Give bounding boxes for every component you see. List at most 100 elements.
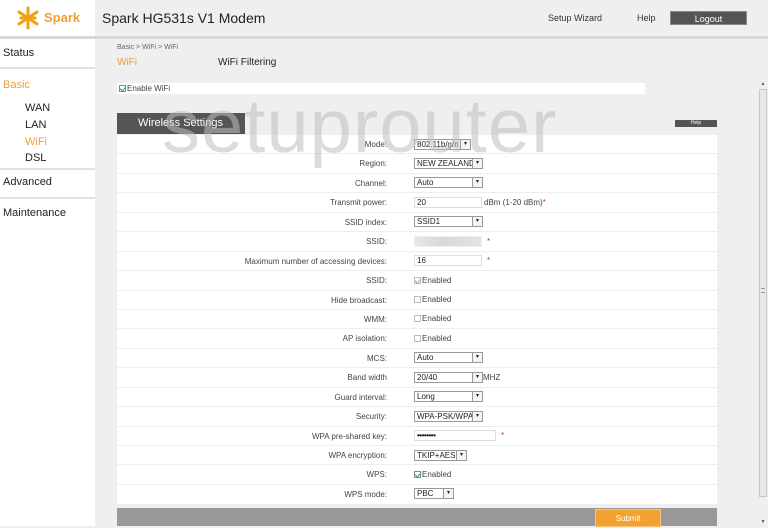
ssid-input[interactable] — [414, 235, 482, 247]
wps-option: Enabled — [422, 469, 452, 479]
tab-wifi[interactable]: WiFi — [117, 57, 137, 68]
sidebar-subitem-lan[interactable]: LAN — [25, 119, 46, 131]
sidebar-subitem-wan[interactable]: WAN — [25, 102, 50, 114]
security-label: Security: — [355, 412, 387, 422]
form-row-wps-mode: WPS mode: PBC ▾ — [117, 485, 717, 504]
ap-isolation-option: Enabled — [422, 333, 452, 343]
wps-mode-label: WPS mode: — [344, 489, 387, 499]
form-row-hide-broadcast: Hide broadcast: Enabled — [117, 291, 717, 310]
logo: Spark — [0, 0, 95, 36]
wps-mode-value: PBC — [417, 489, 434, 499]
channel-select[interactable]: Auto ▾ — [414, 177, 483, 189]
setup-wizard-link[interactable]: Setup Wizard — [548, 13, 602, 23]
logout-button[interactable]: Logout — [670, 11, 747, 25]
sidebar-subitem-wifi[interactable]: WiFi — [25, 136, 47, 148]
mode-select[interactable]: 802.11b/g/n ▾ — [414, 138, 471, 150]
header: Spark Spark HG531s V1 Modem Setup Wizard… — [0, 0, 768, 36]
chevron-down-icon: ▾ — [443, 489, 453, 499]
scrollbar-thumb[interactable] — [759, 89, 767, 497]
form-row-region: Region: NEW ZEALAND ▾ — [117, 154, 717, 174]
form-row-wpa-key: WPA pre-shared key: •••••••• * — [117, 427, 717, 446]
section-title: Wireless Settings — [117, 113, 245, 134]
divider — [0, 67, 95, 69]
form-row-wpa-encryption: WPA encryption: TKIP+AES ▾ — [117, 446, 717, 466]
scroll-up-icon[interactable]: ▲ — [758, 80, 768, 88]
transmit-power-label: Transmit power: — [329, 198, 387, 208]
logo-text: Spark — [44, 10, 81, 25]
wpa-key-label: WPA pre-shared key: — [312, 431, 387, 441]
required-marker: * — [542, 197, 546, 207]
chevron-down-icon: ▾ — [472, 411, 482, 421]
chevron-down-icon: ▾ — [472, 392, 482, 402]
help-link[interactable]: Help — [637, 13, 656, 23]
security-select[interactable]: WPA-PSK/WPA2-PSK▾ — [414, 410, 483, 422]
mode-label: Mode: — [364, 140, 387, 149]
chevron-down-icon: ▾ — [460, 139, 470, 149]
guard-interval-label: Guard interval: — [334, 392, 387, 402]
enable-wifi-checkbox[interactable] — [119, 85, 126, 92]
ssid-enable-checkbox[interactable] — [414, 276, 421, 284]
ap-isolation-checkbox[interactable] — [414, 334, 421, 342]
band-width-select[interactable]: 20/40 ▾ — [414, 371, 483, 383]
guard-interval-value: Long — [417, 392, 435, 402]
sidebar-item-basic[interactable]: Basic — [3, 79, 30, 91]
wps-checkbox[interactable] — [414, 470, 421, 478]
ssid-label: SSID: — [366, 237, 387, 247]
section-help-button[interactable]: Help — [675, 120, 717, 127]
submit-button[interactable]: Submit — [595, 509, 661, 527]
sidebar: Status Basic WAN LAN WiFi DSL Advanced M… — [0, 39, 95, 526]
scroll-down-icon[interactable]: ▼ — [758, 518, 768, 526]
chevron-down-icon: ▾ — [472, 372, 482, 382]
wmm-label: WMM: — [363, 314, 387, 324]
form-row-channel: Channel: Auto ▾ — [117, 174, 717, 194]
hide-broadcast-checkbox[interactable] — [414, 296, 421, 303]
transmit-power-input[interactable]: 20 — [414, 196, 482, 208]
band-width-label: Band width — [347, 373, 387, 383]
ssid-index-select[interactable]: SSID1 ▾ — [414, 216, 483, 228]
enable-wifi-label: Enable WiFi — [127, 84, 171, 93]
form-row-mode: Mode: 802.11b/g/n ▾ — [117, 135, 717, 155]
hide-broadcast-option: Enabled — [422, 295, 452, 304]
wpa-key-input[interactable]: •••••••• — [414, 430, 496, 442]
sidebar-item-status[interactable]: Status — [3, 47, 34, 59]
wmm-option: Enabled — [422, 314, 452, 324]
sidebar-item-advanced[interactable]: Advanced — [3, 176, 52, 188]
app-title: Spark HG531s V1 Modem — [102, 10, 266, 26]
form-row-ssid-enable: SSID: Enabled — [117, 271, 717, 291]
channel-value: Auto — [417, 178, 434, 188]
vertical-scrollbar[interactable]: ▲ ▼ — [758, 80, 768, 526]
required-marker: * — [487, 256, 491, 266]
sidebar-subitem-dsl[interactable]: DSL — [25, 152, 46, 164]
chevron-down-icon: ▾ — [456, 450, 466, 460]
sidebar-item-maintenance[interactable]: Maintenance — [3, 207, 66, 219]
ssid-enable-label: SSID: — [366, 276, 387, 286]
grip-icon — [761, 288, 765, 293]
mode-value: 802.11b/g/n — [417, 139, 459, 149]
chevron-down-icon: ▾ — [472, 353, 482, 363]
wmm-checkbox[interactable] — [414, 315, 421, 323]
wps-label: WPS: — [366, 470, 387, 480]
hide-broadcast-label: Hide broadcast: — [330, 295, 387, 305]
ssid-enable-option: Enabled — [422, 275, 452, 285]
form-row-ssid-index: SSID index: SSID1 ▾ — [117, 213, 717, 233]
region-select[interactable]: NEW ZEALAND ▾ — [414, 157, 483, 169]
spark-star-icon — [17, 6, 39, 30]
guard-interval-select[interactable]: Long ▾ — [414, 391, 483, 403]
form-row-ap-isolation: AP isolation: Enabled — [117, 329, 717, 349]
ap-isolation-label: AP isolation: — [342, 334, 387, 344]
chevron-down-icon: ▾ — [472, 217, 482, 227]
band-width-unit: MHZ — [483, 372, 501, 382]
wpa-encryption-select[interactable]: TKIP+AES ▾ — [414, 449, 467, 461]
ssid-index-label: SSID index: — [344, 217, 387, 227]
mcs-value: Auto — [417, 353, 434, 363]
form-row-mcs: MCS: Auto ▾ — [117, 349, 717, 369]
tab-wifi-filtering[interactable]: WiFi Filtering — [218, 57, 276, 68]
ssid-index-value: SSID1 — [417, 217, 441, 227]
channel-label: Channel: — [354, 178, 387, 188]
wps-mode-select[interactable]: PBC ▾ — [414, 488, 454, 500]
chevron-down-icon: ▾ — [472, 178, 482, 188]
mcs-select[interactable]: Auto ▾ — [414, 352, 483, 364]
max-devices-input[interactable]: 16 — [414, 255, 482, 267]
form-row-security: Security: WPA-PSK/WPA2-PSK▾ — [117, 407, 717, 427]
divider — [0, 168, 95, 170]
